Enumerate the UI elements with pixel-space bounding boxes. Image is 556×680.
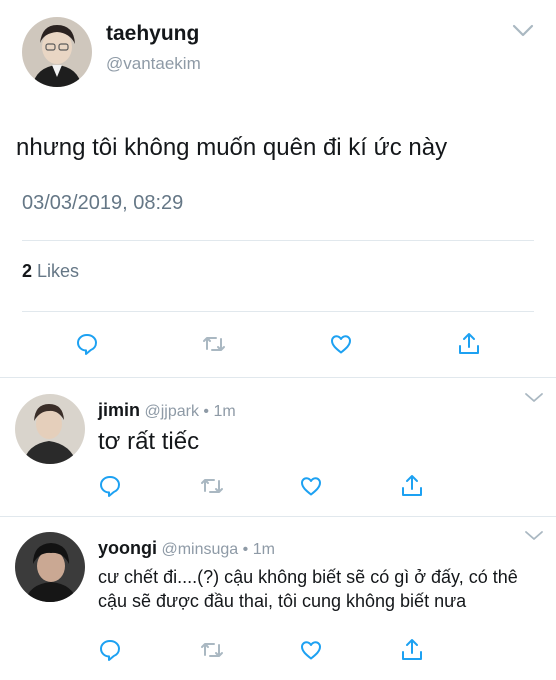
reply-text: tơ rất tiếc — [98, 428, 200, 455]
author-handle[interactable]: @vantaekim — [106, 54, 201, 74]
heart-icon[interactable] — [328, 331, 354, 357]
separator-dot: • — [203, 403, 210, 420]
avatar[interactable] — [22, 17, 92, 87]
avatar[interactable] — [15, 394, 85, 464]
likes-label: Likes — [37, 261, 80, 281]
main-tweet: taehyung @vantaekim nhưng tôi không muốn… — [0, 0, 556, 377]
author-name[interactable]: taehyung — [106, 22, 199, 46]
tweet-text: nhưng tôi không muốn quên đi kí ức này — [16, 134, 448, 161]
tweet-timestamp[interactable]: 03/03/2019, 08:29 — [22, 192, 183, 215]
divider — [22, 311, 534, 312]
likes-count[interactable]: 2 Likes — [22, 261, 79, 282]
reply-header: jimin @jjpark • 1m — [98, 400, 236, 421]
avatar[interactable] — [15, 532, 85, 602]
retweet-icon[interactable] — [199, 473, 225, 499]
reply-icon[interactable] — [74, 331, 100, 357]
separator-dot: • — [242, 541, 249, 558]
heart-icon[interactable] — [298, 637, 324, 663]
reply-header: yoongi @minsuga • 1m — [98, 538, 275, 559]
reply-icon[interactable] — [97, 473, 123, 499]
reply-icon[interactable] — [97, 637, 123, 663]
author-handle[interactable]: @jjpark — [144, 403, 198, 420]
heart-icon[interactable] — [298, 473, 324, 499]
share-icon[interactable] — [399, 473, 425, 499]
author-handle[interactable]: @minsuga — [161, 541, 238, 558]
share-icon[interactable] — [399, 637, 425, 663]
author-name[interactable]: yoongi — [98, 538, 157, 558]
chevron-down-icon[interactable] — [512, 24, 534, 38]
reply-text: cư chết đi....(?) cậu không biết sẽ có g… — [98, 567, 518, 611]
likes-number: 2 — [22, 261, 33, 281]
reply-time[interactable]: 1m — [213, 403, 235, 420]
retweet-icon[interactable] — [201, 331, 227, 357]
reply-time[interactable]: 1m — [253, 541, 275, 558]
reply-tweet[interactable]: jimin @jjpark • 1m tơ rất tiếc — [0, 378, 556, 516]
share-icon[interactable] — [456, 331, 482, 357]
divider — [22, 240, 534, 241]
author-name[interactable]: jimin — [98, 400, 140, 420]
reply-tweet[interactable]: yoongi @minsuga • 1m cư chết đi....(?) c… — [0, 517, 556, 680]
chevron-down-icon[interactable] — [524, 530, 544, 542]
retweet-icon[interactable] — [199, 637, 225, 663]
chevron-down-icon[interactable] — [524, 392, 544, 404]
